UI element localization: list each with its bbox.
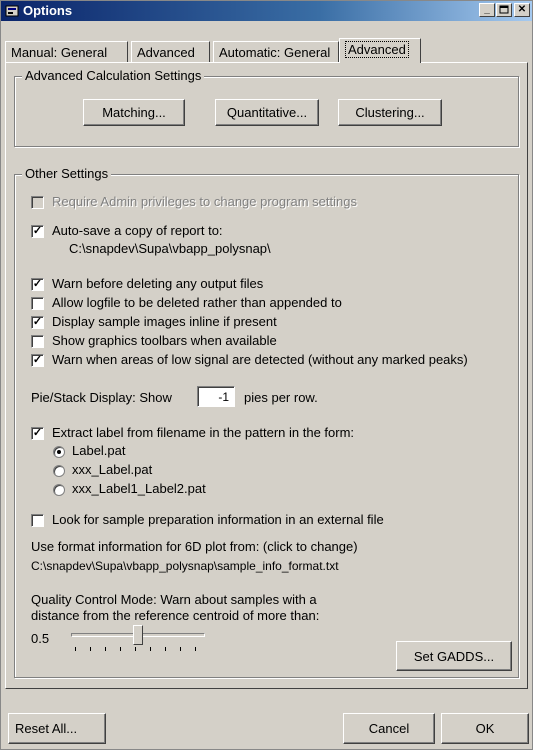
pattern-label-pat: Label.pat bbox=[72, 443, 126, 458]
look-for-prep-info-checkbox[interactable] bbox=[31, 514, 44, 527]
slider-tick bbox=[120, 647, 121, 651]
warn-low-signal-checkbox[interactable]: ✓ bbox=[31, 354, 44, 367]
pie-display-suffix: pies per row. bbox=[244, 390, 318, 405]
tab-manual-advanced[interactable]: Advanced bbox=[131, 41, 210, 63]
tab-manual-general[interactable]: Manual: General bbox=[5, 41, 128, 63]
checkmark-icon: ✓ bbox=[32, 316, 43, 328]
pattern-radio-xxx-label1-label2-pat[interactable] bbox=[53, 484, 65, 496]
pie-display-label: Pie/Stack Display: Show bbox=[31, 390, 172, 405]
checkmark-icon: ✓ bbox=[32, 354, 43, 366]
slider-tick bbox=[90, 647, 91, 651]
look-for-prep-info-label: Look for sample preparation information … bbox=[52, 512, 384, 527]
display-images-checkbox[interactable]: ✓ bbox=[31, 316, 44, 329]
advanced-calculation-group: Advanced Calculation Settings Matching..… bbox=[14, 68, 519, 147]
warn-delete-checkbox[interactable]: ✓ bbox=[31, 278, 44, 291]
close-button[interactable]: ✕ bbox=[514, 3, 530, 17]
tab-label: Manual: General bbox=[11, 45, 108, 60]
app-icon bbox=[5, 5, 19, 17]
reset-all-button[interactable]: Reset All... bbox=[8, 713, 106, 744]
warn-low-signal-label: Warn when areas of low signal are detect… bbox=[52, 352, 468, 367]
checkmark-icon: ✓ bbox=[32, 278, 43, 290]
extract-label-checkbox[interactable]: ✓ bbox=[31, 427, 44, 440]
pies-per-row-input[interactable]: -1 bbox=[197, 386, 235, 407]
format-info-label: Use format information for 6D plot from:… bbox=[31, 539, 358, 554]
tab-label: Automatic: General bbox=[219, 45, 331, 60]
slider-tick bbox=[75, 647, 76, 651]
quantitative-button[interactable]: Quantitative... bbox=[215, 99, 319, 126]
tab-label: Advanced bbox=[345, 41, 409, 58]
tab-label: Advanced bbox=[137, 45, 195, 60]
quality-threshold-slider[interactable] bbox=[65, 625, 213, 655]
autosave-path[interactable]: C:\snapdev\Supa\vbapp_polysnap\ bbox=[69, 241, 271, 256]
quality-control-line2: distance from the reference centroid of … bbox=[31, 608, 320, 623]
quality-threshold-value: 0.5 bbox=[31, 631, 50, 646]
require-admin-label: Require Admin privileges to change progr… bbox=[52, 194, 357, 209]
allow-logfile-delete-label: Allow logfile to be deleted rather than … bbox=[52, 295, 342, 310]
display-images-label: Display sample images inline if present bbox=[52, 314, 277, 329]
ok-button[interactable]: OK bbox=[441, 713, 529, 744]
warn-delete-label: Warn before deleting any output files bbox=[52, 276, 264, 291]
clustering-button[interactable]: Clustering... bbox=[338, 99, 442, 126]
slider-thumb[interactable] bbox=[133, 625, 143, 645]
checkmark-icon: ✓ bbox=[32, 225, 43, 237]
matching-button[interactable]: Matching... bbox=[83, 99, 185, 126]
autosave-label: Auto-save a copy of report to: bbox=[52, 223, 223, 238]
show-toolbars-checkbox[interactable] bbox=[31, 335, 44, 348]
slider-tick bbox=[180, 647, 181, 651]
close-icon: ✕ bbox=[517, 4, 527, 15]
radio-dot-icon bbox=[57, 450, 61, 454]
set-gadds-button[interactable]: Set GADDS... bbox=[396, 641, 512, 671]
tab-panel: Advanced Calculation Settings Matching..… bbox=[5, 62, 528, 689]
extract-label-label: Extract label from filename in the patte… bbox=[52, 425, 355, 440]
show-toolbars-label: Show graphics toolbars when available bbox=[52, 333, 277, 348]
pattern-xxx-label1-label2-pat: xxx_Label1_Label2.pat bbox=[72, 481, 206, 496]
group-title: Advanced Calculation Settings bbox=[22, 68, 205, 83]
minimize-icon: _ bbox=[484, 4, 490, 15]
title-bar[interactable]: Options _ ✕ bbox=[1, 1, 532, 21]
pattern-radio-xxx-label-pat[interactable] bbox=[53, 465, 65, 477]
allow-logfile-delete-checkbox[interactable] bbox=[31, 297, 44, 310]
quality-control-line1: Quality Control Mode: Warn about samples… bbox=[31, 592, 317, 607]
other-settings-group: Other Settings Require Admin privileges … bbox=[14, 166, 519, 678]
format-info-path[interactable]: C:\snapdev\Supa\vbapp_polysnap\sample_in… bbox=[31, 559, 339, 573]
window-title: Options bbox=[23, 3, 73, 18]
minimize-button[interactable]: _ bbox=[479, 3, 495, 17]
maximize-button[interactable] bbox=[496, 3, 512, 17]
slider-tick bbox=[150, 647, 151, 651]
checkmark-icon: ✓ bbox=[32, 427, 43, 439]
pattern-radio-label-pat[interactable] bbox=[53, 446, 65, 458]
pattern-xxx-label-pat: xxx_Label.pat bbox=[72, 462, 153, 477]
tab-automatic-general[interactable]: Automatic: General bbox=[213, 41, 339, 63]
slider-tick bbox=[165, 647, 166, 651]
tab-automatic-advanced[interactable]: Advanced bbox=[339, 38, 421, 63]
slider-tick bbox=[105, 647, 106, 651]
slider-tick bbox=[135, 647, 136, 651]
maximize-icon bbox=[499, 5, 509, 14]
autosave-checkbox[interactable]: ✓ bbox=[31, 225, 44, 238]
options-window: Options _ ✕ Manual: General Advanced Aut… bbox=[0, 0, 533, 750]
slider-tick bbox=[195, 647, 196, 651]
group-title: Other Settings bbox=[22, 166, 112, 181]
require-admin-checkbox[interactable] bbox=[31, 196, 44, 209]
cancel-button[interactable]: Cancel bbox=[343, 713, 435, 744]
